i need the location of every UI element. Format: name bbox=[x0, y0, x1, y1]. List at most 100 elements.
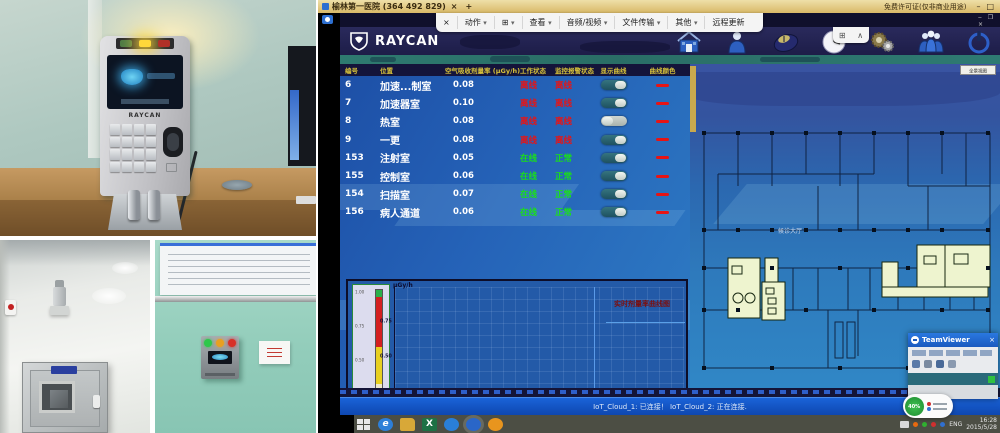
toolbar-close-button[interactable]: × bbox=[436, 16, 458, 29]
curve-toggle[interactable] bbox=[601, 116, 627, 126]
toolbar-item-1[interactable]: ⊞ ▾ bbox=[495, 16, 523, 29]
table-row-7[interactable]: 7加速器室0.10离线离线 bbox=[340, 94, 690, 112]
call-icon[interactable] bbox=[924, 360, 932, 368]
gears-icon[interactable] bbox=[867, 29, 897, 55]
teamviewer-icon[interactable] bbox=[466, 418, 481, 431]
teamviewer-side-panel: TeamViewer × bbox=[908, 333, 998, 399]
dose-rate-chart-panel: 1.000.750.500.250.00 μGy/h 实时剂量率曲线图 0.75… bbox=[346, 279, 688, 388]
session-tab[interactable]: 榆林第一医院 (364 492 829) bbox=[332, 1, 446, 12]
group-icon[interactable] bbox=[916, 29, 946, 55]
curve-toggle[interactable] bbox=[601, 207, 627, 217]
windows-taskbar: e X ENG 16:28 2015/5/28 bbox=[318, 415, 1000, 433]
grip-collapse-icon[interactable]: ∧ bbox=[857, 31, 863, 40]
cell-id: 7 bbox=[340, 98, 380, 108]
cell-alarm-status: 正常 bbox=[555, 170, 592, 182]
cell-dose: 0.10 bbox=[445, 98, 520, 108]
toolbar-item-2[interactable]: 查看 ▾ bbox=[523, 16, 560, 29]
teamviewer-logo-icon bbox=[911, 336, 919, 344]
grip-expand-icon[interactable]: ⊞ bbox=[839, 31, 846, 40]
connector bbox=[148, 190, 160, 220]
curve-toggle[interactable] bbox=[601, 171, 627, 181]
tray-orange-icon[interactable] bbox=[913, 422, 918, 427]
teamviewer-titlebar: 榆林第一医院 (364 492 829) × + 免费许可证(仅非商业用途) –… bbox=[318, 0, 1000, 13]
cell-alarm-status: 离线 bbox=[555, 97, 592, 109]
start-button[interactable] bbox=[356, 418, 371, 431]
teamviewer-badge[interactable]: 40% bbox=[903, 394, 953, 418]
pass-through-window bbox=[39, 381, 75, 413]
photo-access-terminal: RAYCAN bbox=[0, 0, 316, 236]
map-scrollbar[interactable] bbox=[690, 66, 696, 132]
red-lamp-icon bbox=[228, 339, 236, 347]
col-curve-color: 曲线颜色 bbox=[635, 65, 690, 75]
table-row-9[interactable]: 9一更0.08离线离线 bbox=[340, 131, 690, 149]
red-light-icon bbox=[158, 40, 170, 47]
tray-green-icon[interactable] bbox=[922, 422, 927, 427]
curve-toggle[interactable] bbox=[601, 80, 627, 90]
excel-icon[interactable]: X bbox=[422, 418, 437, 431]
badge-marks bbox=[927, 401, 947, 412]
new-tab-button[interactable]: + bbox=[465, 2, 472, 11]
tray-red-icon[interactable] bbox=[931, 422, 936, 427]
cell-location: 加速器室 bbox=[380, 96, 445, 111]
wall-monitor-device bbox=[201, 336, 239, 379]
curve-toggle[interactable] bbox=[601, 189, 627, 199]
green-light-icon bbox=[120, 40, 132, 47]
home-icon[interactable] bbox=[674, 29, 704, 55]
cell-work-status: 在线 bbox=[520, 170, 555, 182]
language-indicator[interactable]: ENG bbox=[949, 421, 962, 428]
share-icon[interactable] bbox=[948, 360, 956, 368]
curve-toggle[interactable] bbox=[601, 98, 627, 108]
online-dot-icon bbox=[988, 376, 995, 383]
tray-blue-icon[interactable] bbox=[940, 422, 945, 427]
app-orange-icon[interactable] bbox=[488, 418, 503, 431]
toolbar-item-4[interactable]: 文件传输 ▾ bbox=[615, 16, 668, 29]
remote-window-controls[interactable]: ‒ ❐ × bbox=[978, 14, 1000, 28]
panel-close-icon[interactable]: × bbox=[989, 336, 995, 344]
curve-toggle[interactable] bbox=[601, 135, 627, 145]
curve-toggle[interactable] bbox=[601, 153, 627, 163]
table-row-154[interactable]: 154扫描室0.07在线正常 bbox=[340, 185, 690, 203]
power-icon[interactable] bbox=[964, 29, 994, 55]
pass-through-label bbox=[51, 366, 77, 374]
qq-icon[interactable] bbox=[444, 418, 459, 431]
user-icon[interactable] bbox=[722, 29, 752, 55]
toolbar-item-3[interactable]: 音频/视频 ▾ bbox=[560, 16, 616, 29]
maximize-button[interactable]: □ bbox=[986, 2, 994, 11]
cell-id: 155 bbox=[340, 171, 380, 181]
dose-gauge: 1.000.750.500.250.00 bbox=[352, 284, 390, 388]
cell-alarm-status: 正常 bbox=[555, 188, 592, 200]
table-row-8[interactable]: 8热室0.08离线离线 bbox=[340, 112, 690, 130]
cell-dose: 0.06 bbox=[445, 207, 520, 217]
toolbar-item-5[interactable]: 其他 ▾ bbox=[668, 16, 705, 29]
panel-session-row[interactable] bbox=[908, 373, 998, 385]
screen-status-bar bbox=[121, 99, 169, 104]
tray-keyboard-icon[interactable] bbox=[900, 421, 909, 428]
teamviewer-session-icon[interactable] bbox=[322, 15, 333, 24]
teamviewer-panel-header[interactable]: TeamViewer × bbox=[908, 333, 998, 347]
toolbar-grip[interactable]: ⊞ ∧ bbox=[833, 27, 869, 43]
brand: RAYCAN bbox=[348, 31, 439, 51]
table-row-153[interactable]: 153注射室0.05在线正常 bbox=[340, 149, 690, 167]
table-row-6[interactable]: 6加速...制室0.08离线离线 bbox=[340, 76, 690, 94]
cell-dose: 0.08 bbox=[445, 135, 520, 145]
table-row-156[interactable]: 156病人通道0.06在线正常 bbox=[340, 203, 690, 221]
mouse-icon[interactable] bbox=[771, 29, 801, 55]
monitor bbox=[288, 46, 316, 166]
tab-close-icon[interactable]: × bbox=[451, 2, 458, 11]
indicator-lights bbox=[116, 38, 174, 49]
y-tick: 0.75 bbox=[380, 319, 392, 325]
panorama-view-button[interactable]: 全景视图 bbox=[960, 65, 996, 75]
video-icon[interactable] bbox=[936, 360, 944, 368]
raycan-terminal-device: RAYCAN bbox=[100, 36, 190, 196]
minimize-button[interactable]: – bbox=[976, 2, 980, 11]
toolbar-item-6[interactable]: 远程更新 bbox=[705, 16, 751, 29]
folder-icon[interactable] bbox=[400, 418, 415, 431]
cell-work-status: 离线 bbox=[520, 115, 555, 127]
ie-icon[interactable]: e bbox=[378, 418, 393, 431]
taskbar-clock[interactable]: 16:28 2015/5/28 bbox=[966, 417, 997, 431]
chat-icon[interactable] bbox=[912, 360, 920, 368]
table-row-155[interactable]: 155控制室0.06在线正常 bbox=[340, 167, 690, 185]
toolbar-item-0[interactable]: 动作 ▾ bbox=[458, 16, 495, 29]
minimized-strip bbox=[340, 388, 1000, 397]
light-reflection bbox=[112, 262, 138, 274]
